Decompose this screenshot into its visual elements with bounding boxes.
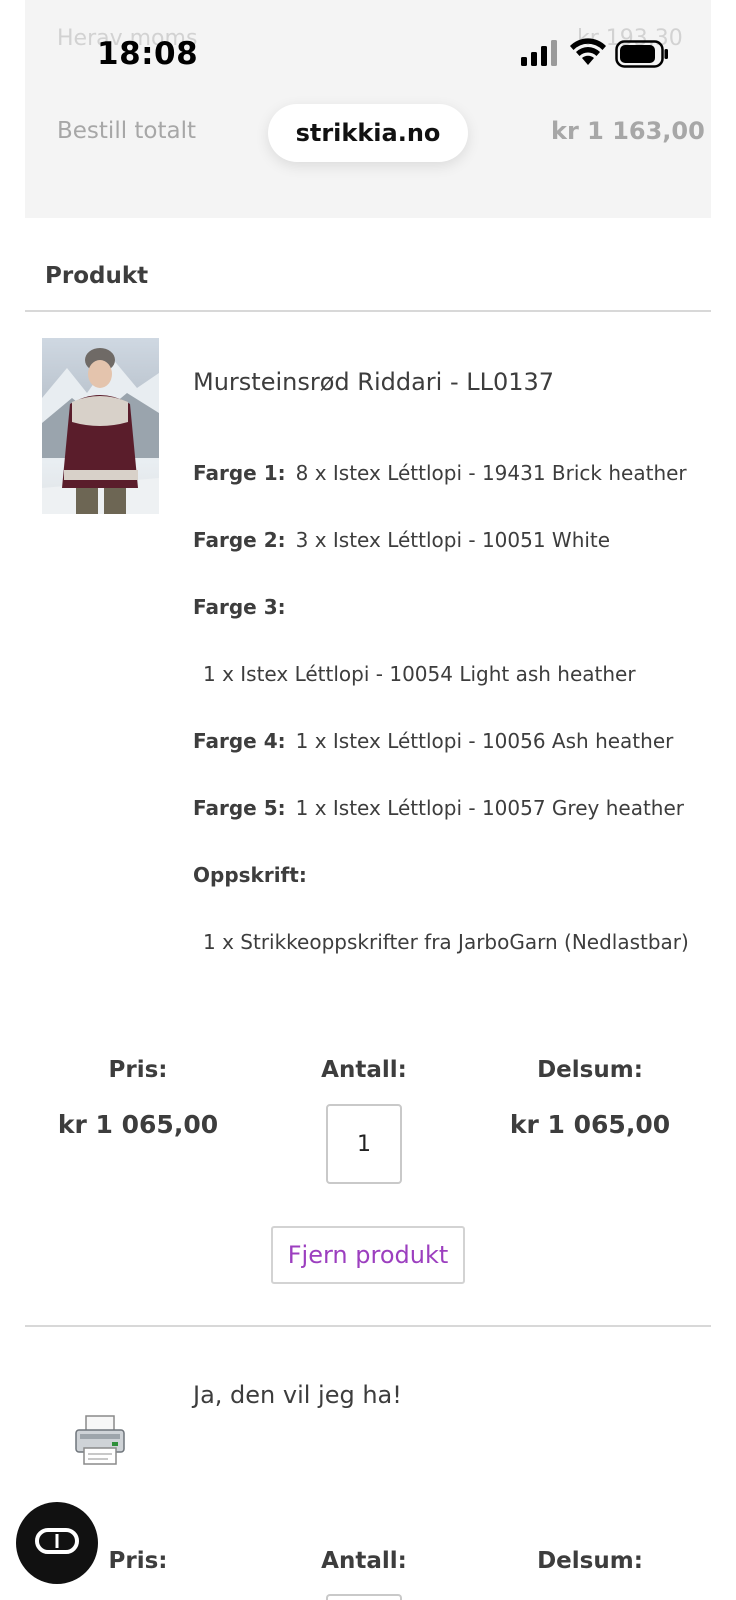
wifi-icon [570, 38, 606, 70]
addon-subtotal-label: Delsum: [537, 1548, 643, 1574]
spec-value: 8 x Istex Léttlopi - 19431 Brick heather [295, 461, 687, 485]
spec-value: 1 x Istex Léttlopi - 10056 Ash heather [295, 729, 674, 753]
remove-product-button[interactable]: Fjern produkt [271, 1226, 465, 1284]
spec-line: Farge 3: [193, 595, 296, 619]
spec-line: Farge 1: 8 x Istex Léttlopi - 19431 Brick… [193, 461, 687, 485]
addon-name[interactable]: Ja, den vil jeg ha! [193, 1381, 402, 1409]
chat-icon [35, 1528, 79, 1558]
addon-qty-label: Antall: [321, 1548, 407, 1574]
spec-label: Oppskrift: [193, 863, 307, 887]
spec-label: Farge 4: [193, 729, 286, 753]
unit-price: kr 1 065,00 [57, 1110, 219, 1139]
section-title-product: Produkt [45, 263, 149, 289]
spec-line: Farge 5: 1 x Istex Léttlopi - 10057 Grey … [193, 796, 684, 820]
section-divider [25, 310, 711, 312]
spec-line: Farge 2: 3 x Istex Léttlopi - 10051 White [193, 528, 610, 552]
addon-quantity-input[interactable] [326, 1594, 402, 1600]
status-time: 18:08 [97, 36, 199, 72]
quantity-input[interactable]: 1 [326, 1104, 402, 1184]
order-total-label: Bestill totalt [57, 118, 197, 144]
spec-line: Oppskrift: [193, 863, 317, 887]
spec-value: 1 x Istex Léttlopi - 10054 Light ash hea… [203, 662, 636, 686]
spec-line: 1 x Strikkeoppskrifter fra JarboGarn (Ne… [193, 930, 689, 954]
battery-icon [615, 40, 669, 72]
subtotal-value: kr 1 065,00 [509, 1110, 671, 1139]
section-divider [25, 1325, 711, 1327]
qty-label: Antall: [321, 1057, 407, 1083]
spec-value: 1 x Istex Léttlopi - 10057 Grey heather [295, 796, 684, 820]
price-label: Pris: [108, 1057, 168, 1083]
url-pill[interactable]: strikkia.no [268, 104, 468, 162]
product-image[interactable] [42, 338, 159, 514]
spec-label: Farge 3: [193, 595, 286, 619]
spec-label: Farge 1: [193, 461, 286, 485]
order-total-value: kr 1 163,00 [551, 117, 705, 145]
signal-icon [521, 40, 559, 70]
product-name[interactable]: Mursteinsrød Riddari - LL0137 [193, 368, 554, 396]
spec-value: 1 x Strikkeoppskrifter fra JarboGarn (Ne… [203, 930, 689, 954]
spec-label: Farge 5: [193, 796, 286, 820]
spec-line: 1 x Istex Léttlopi - 10054 Light ash hea… [193, 662, 636, 686]
spec-value: 3 x Istex Léttlopi - 10051 White [295, 528, 611, 552]
chat-button[interactable] [16, 1502, 98, 1584]
spec-label: Farge 2: [193, 528, 286, 552]
subtotal-label: Delsum: [537, 1057, 643, 1083]
spec-line: Farge 4: 1 x Istex Léttlopi - 10056 Ash h… [193, 729, 673, 753]
printer-icon [72, 1412, 128, 1472]
